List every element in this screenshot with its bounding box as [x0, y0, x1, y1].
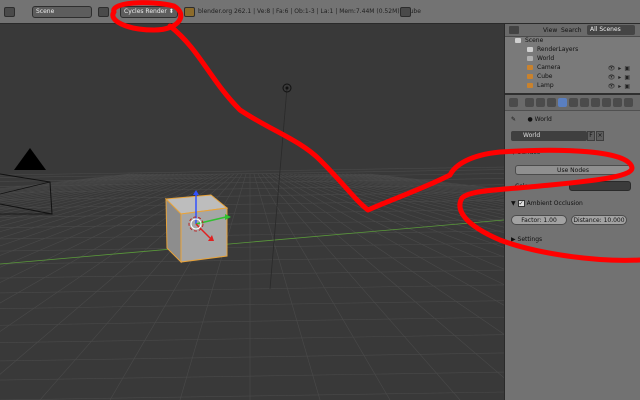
render-tab-icon[interactable] — [525, 98, 534, 107]
outliner-scenes-dropdown[interactable]: All Scenes — [587, 25, 635, 35]
settings-label: Settings — [517, 236, 543, 243]
outliner-label: Lamp — [537, 82, 554, 89]
data-tab-icon[interactable] — [602, 98, 611, 107]
color-swatch[interactable] — [569, 181, 631, 191]
grid-line — [0, 300, 504, 309]
outliner-view-menu[interactable]: View — [543, 27, 557, 34]
surface-label: Surface — [517, 149, 541, 156]
screen-layout-icon[interactable] — [400, 7, 411, 17]
editor-type-icon[interactable] — [509, 98, 518, 107]
material-tab-icon[interactable] — [613, 98, 622, 107]
grid-line — [0, 269, 504, 279]
world-icon — [527, 56, 533, 61]
texture-tab-icon[interactable] — [624, 98, 633, 107]
grid-line — [0, 242, 504, 252]
scene-label: Scene — [36, 8, 55, 15]
render-engine-dropdown[interactable]: Cycles Render ⬍ — [120, 6, 178, 18]
renderlayers-icon — [527, 47, 533, 52]
3d-viewport[interactable] — [0, 24, 504, 400]
grid-line — [309, 173, 504, 219]
grid-line — [0, 173, 504, 182]
factor-field[interactable]: Factor: 1.00 — [511, 215, 567, 225]
grid-line — [0, 284, 504, 294]
outliner-search-menu[interactable]: Search — [561, 27, 582, 34]
breadcrumb: ✎ ● World — [511, 115, 552, 124]
lamp-icon — [527, 83, 533, 88]
mesh-icon — [527, 74, 533, 79]
grid-line — [313, 173, 504, 215]
world-field-label: World — [523, 132, 541, 139]
object-tab-icon[interactable] — [569, 98, 578, 107]
pin-icon[interactable]: ✎ — [511, 116, 516, 123]
outliner-item-scene[interactable]: Scene — [505, 36, 637, 45]
outliner-label: Scene — [525, 37, 544, 44]
ambient-occlusion-label: Ambient Occlusion — [526, 200, 583, 207]
camera-icon — [527, 65, 533, 70]
editor-type-icon[interactable] — [4, 7, 15, 17]
unlink-world-button[interactable]: × — [596, 131, 604, 141]
grid-line — [253, 173, 321, 400]
outliner-label: Cube — [537, 73, 553, 80]
scene-selector[interactable]: Scene — [32, 6, 92, 18]
fake-user-button[interactable]: F — [587, 131, 595, 141]
grid-line — [0, 209, 504, 218]
modifiers-tab-icon[interactable] — [591, 98, 600, 107]
grid-line — [317, 173, 504, 212]
grid-line — [0, 371, 504, 381]
world-tab-icon[interactable] — [558, 98, 567, 107]
grid-line — [321, 173, 504, 209]
settings-panel-header[interactable]: ▶ Settings — [511, 236, 542, 243]
grid-line — [305, 173, 504, 223]
outliner-item-cube[interactable]: Cube 👁▸▣ — [505, 72, 637, 81]
grid-line — [0, 334, 504, 343]
render-engine-label: Cycles Render — [124, 8, 167, 15]
properties-tabs — [505, 95, 640, 111]
outliner-item-renderlayers[interactable]: RenderLayers — [505, 45, 637, 54]
color-label: Color: — [515, 183, 533, 190]
scene-stats: blender.org 262.1 | Ve:8 | Fa:6 | Ob:1-3… — [198, 8, 421, 15]
ambient-occlusion-checkbox[interactable]: ✓ — [517, 200, 525, 207]
use-nodes-button[interactable]: Use Nodes — [515, 165, 631, 175]
outliner-label: Camera — [537, 64, 561, 71]
surface-panel-header[interactable]: ▼ Surface — [511, 149, 540, 156]
grid-line — [0, 316, 504, 326]
outliner-item-world[interactable]: World — [505, 54, 637, 63]
blender-logo-icon — [184, 7, 195, 17]
scene-add-icon[interactable] — [98, 7, 109, 17]
breadcrumb-world: World — [534, 116, 552, 123]
scene-tab-icon[interactable] — [547, 98, 556, 107]
outliner-label: World — [537, 55, 555, 62]
grid-line — [325, 173, 504, 207]
outliner-editor-icon[interactable] — [509, 26, 519, 34]
outliner-item-camera[interactable]: Camera 👁▸▣ — [505, 63, 637, 72]
scene-icon — [515, 38, 521, 43]
right-panels: View Search All Scenes Scene RenderLayer… — [504, 24, 640, 400]
info-header: Scene Cycles Render ⬍ blender.org 262.1 … — [0, 0, 640, 24]
distance-field[interactable]: Distance: 10.000 — [571, 215, 627, 225]
grid-line — [0, 352, 504, 362]
properties-panel: ✎ ● World World F × ▼ Surface Use Nodes … — [505, 95, 640, 400]
grid-line — [281, 173, 504, 270]
renderlayers-tab-icon[interactable] — [536, 98, 545, 107]
constraints-tab-icon[interactable] — [580, 98, 589, 107]
ambient-occlusion-header[interactable]: ▼ ✓ Ambient Occlusion — [511, 199, 583, 208]
world-datablock-field[interactable]: World — [511, 131, 587, 141]
world-breadcrumb-icon: ● — [527, 116, 533, 123]
visibility-icons[interactable]: 👁▸▣ — [608, 82, 633, 91]
grid-line — [0, 391, 504, 400]
outliner-panel: View Search All Scenes Scene RenderLayer… — [505, 24, 640, 95]
outliner-item-lamp[interactable]: Lamp 👁▸▣ — [505, 81, 637, 90]
outliner-label: RenderLayers — [537, 46, 579, 53]
